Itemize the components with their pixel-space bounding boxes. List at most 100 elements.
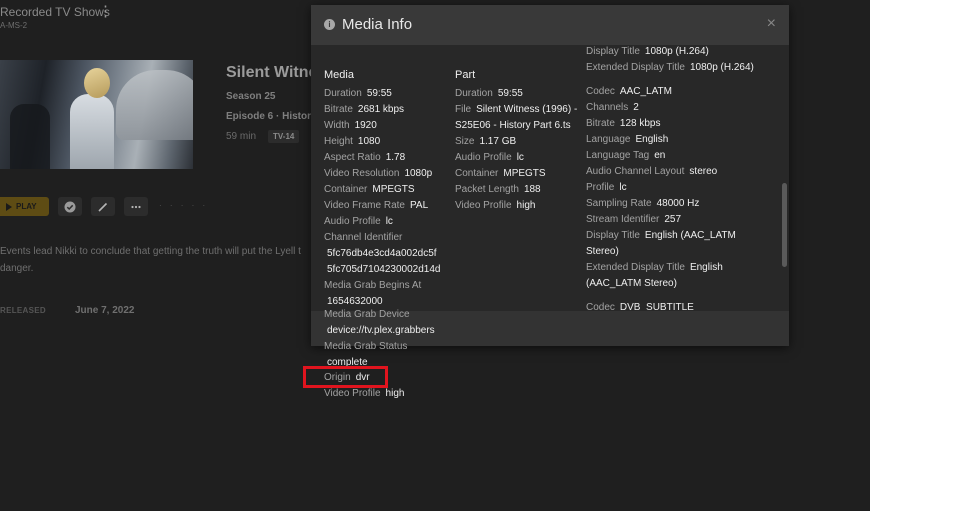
info-row: S25E06 - History Part 6.ts bbox=[455, 119, 571, 132]
info-row: Language Tag en bbox=[586, 149, 665, 162]
info-row-value: device://tv.plex.grabbers bbox=[327, 325, 435, 336]
info-row-value: 1.78 bbox=[385, 152, 406, 163]
info-row-label: Media Grab Begins At bbox=[324, 280, 422, 291]
info-row-value: DVB_SUBTITLE bbox=[619, 302, 694, 311]
info-row-label: Profile bbox=[586, 182, 615, 193]
library-subtitle: A-MS-2 bbox=[0, 21, 28, 30]
more-horizontal-icon bbox=[131, 205, 141, 208]
info-row-value: Stereo) bbox=[586, 246, 619, 257]
info-row-value: 1080p (H.264) bbox=[689, 62, 754, 73]
info-row-value: English bbox=[635, 134, 669, 145]
info-row: Audio Profile lc bbox=[455, 151, 524, 164]
info-row-label: Codec bbox=[586, 86, 615, 97]
info-row-label: Container bbox=[455, 168, 499, 179]
info-row-label: Stream Identifier bbox=[586, 214, 660, 225]
info-row: Media Grab Status bbox=[324, 340, 407, 353]
info-row-label: File bbox=[455, 104, 472, 115]
info-row-value: (AAC_LATM Stereo) bbox=[586, 278, 677, 289]
info-row: Container MPEGTS bbox=[455, 167, 546, 180]
info-row-label: Width bbox=[324, 120, 350, 131]
info-row: Audio Channel Layout stereo bbox=[586, 165, 717, 178]
info-row-value: high bbox=[516, 200, 536, 211]
info-row-label: Video Frame Rate bbox=[324, 200, 405, 211]
info-row-value: 1080 bbox=[357, 136, 381, 147]
info-row: 5fc76db4e3cd4a002dc5f bbox=[327, 247, 437, 260]
info-row: 5fc705d7104230002d14d bbox=[327, 263, 440, 276]
info-row-value: 59:55 bbox=[366, 88, 392, 99]
episode-label: Episode 6 · History bbox=[226, 111, 317, 122]
info-row-value: lc bbox=[619, 182, 627, 193]
edit-button[interactable] bbox=[91, 197, 115, 216]
info-row: Codec DVB_SUBTITLE bbox=[586, 301, 694, 311]
duration-label: 59 min bbox=[226, 131, 257, 142]
info-row: Codec AAC_LATM bbox=[586, 85, 672, 98]
show-title[interactable]: Silent Witne bbox=[226, 64, 317, 82]
info-row-value: MPEGTS bbox=[503, 168, 546, 179]
modal-body[interactable]: Media Part Duration 59:55 Bitrate 2681 kbps… bbox=[311, 45, 789, 311]
info-row-value: 1920 bbox=[354, 120, 377, 131]
info-row-value: English bbox=[689, 262, 723, 273]
info-row-value: 1080p bbox=[404, 168, 433, 179]
info-row-label: Height bbox=[324, 136, 353, 147]
info-row: Size 1.17 GB bbox=[455, 135, 516, 148]
mark-watched-button[interactable] bbox=[58, 197, 82, 216]
info-row-label: Display Title bbox=[586, 46, 640, 57]
released-value: June 7, 2022 bbox=[75, 305, 135, 316]
season-label[interactable]: Season 25 bbox=[226, 91, 275, 102]
check-circle-icon bbox=[64, 201, 76, 212]
info-row-label: Container bbox=[324, 184, 368, 195]
info-row: 1654632000 bbox=[327, 295, 383, 308]
part-heading: Part bbox=[455, 69, 476, 81]
scrollbar-track[interactable] bbox=[781, 45, 787, 311]
info-row-value: AAC_LATM bbox=[619, 86, 672, 97]
play-button[interactable]: PLAY bbox=[0, 197, 49, 216]
scrollbar-thumb[interactable] bbox=[782, 183, 787, 267]
media-heading: Media bbox=[324, 69, 354, 81]
info-row-label: Extended Display Title bbox=[586, 262, 685, 273]
info-row-value: 128 kbps bbox=[619, 118, 661, 129]
info-row-label: Media Grab Status bbox=[324, 341, 408, 352]
info-row: Video Frame Rate PAL bbox=[324, 199, 428, 212]
kebab-menu-icon[interactable]: ⋮ bbox=[98, 4, 113, 19]
close-button[interactable]: × bbox=[767, 16, 776, 32]
info-row-label: Audio Profile bbox=[455, 152, 512, 163]
info-row-label: Channel Identifier bbox=[324, 232, 403, 243]
library-title[interactable]: Recorded TV Shows bbox=[0, 5, 110, 19]
summary-line: danger. bbox=[0, 263, 34, 274]
info-row: Video Resolution 1080p bbox=[324, 167, 432, 180]
info-row-value: 1.17 GB bbox=[479, 136, 517, 147]
info-row-value: 1654632000 bbox=[327, 296, 383, 307]
info-row: device://tv.plex.grabbers bbox=[327, 324, 435, 337]
info-row: Duration 59:55 bbox=[455, 87, 523, 100]
info-row-label: Video Resolution bbox=[324, 168, 400, 179]
info-row-label: Display Title bbox=[586, 230, 640, 241]
info-row-label: Extended Display Title bbox=[586, 62, 685, 73]
info-row-value: 5fc76db4e3cd4a002dc5f bbox=[327, 248, 437, 259]
origin-highlight-box bbox=[303, 366, 388, 388]
info-row-label: Audio Profile bbox=[324, 216, 381, 227]
info-row-label: Video Profile bbox=[324, 388, 381, 399]
modal-header: i Media Info × bbox=[311, 5, 789, 45]
info-row-label: Aspect Ratio bbox=[324, 152, 381, 163]
info-row-value: high bbox=[385, 388, 405, 399]
info-row: Width 1920 bbox=[324, 119, 377, 132]
info-row: Display Title English (AAC_LATM bbox=[586, 229, 736, 242]
info-row: Duration 59:55 bbox=[324, 87, 392, 100]
star-rating[interactable]: · · · · · bbox=[159, 201, 208, 210]
info-row-value: English (AAC_LATM bbox=[644, 230, 736, 241]
info-row-value: lc bbox=[385, 216, 393, 227]
info-row-label: Media Grab Device bbox=[324, 309, 410, 320]
info-row: Bitrate 128 kbps bbox=[586, 117, 661, 130]
rating-badge: TV-14 bbox=[268, 130, 300, 143]
info-row: Video Profile high bbox=[455, 199, 535, 212]
info-row: Audio Profile lc bbox=[324, 215, 393, 228]
info-row-label: Size bbox=[455, 136, 475, 147]
info-row: Aspect Ratio 1.78 bbox=[324, 151, 405, 164]
info-row: Channel Identifier bbox=[324, 231, 402, 244]
info-row-value: S25E06 - History Part 6.ts bbox=[455, 120, 571, 131]
info-icon: i bbox=[324, 19, 335, 30]
info-row-label: Audio Channel Layout bbox=[586, 166, 685, 177]
pencil-icon bbox=[98, 202, 108, 212]
more-button[interactable] bbox=[124, 197, 148, 216]
info-row-label: Codec bbox=[586, 302, 615, 311]
